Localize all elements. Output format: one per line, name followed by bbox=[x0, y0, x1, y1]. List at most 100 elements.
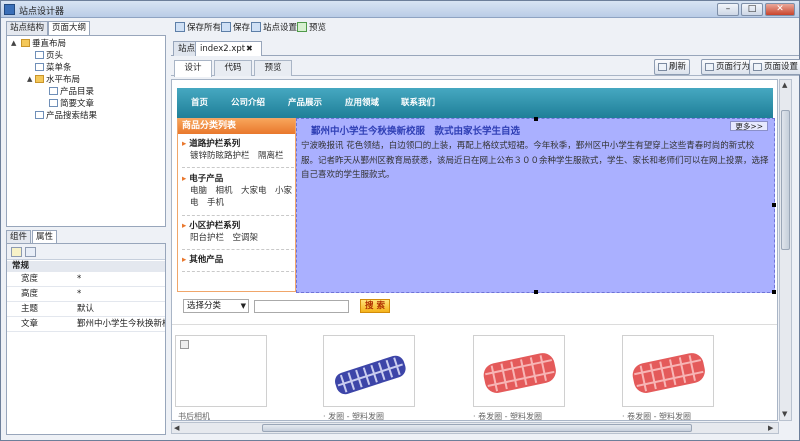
tab-components[interactable]: 组件 bbox=[6, 230, 32, 243]
category-group[interactable]: 小区护栏系列 阳台护栏 空调架 bbox=[182, 220, 294, 250]
scroll-down-icon[interactable]: ▼ bbox=[782, 410, 787, 418]
property-grid: 常规 宽度* 高度* 主题默认 文章鄞州中小学生今秋换新校服 bbox=[6, 243, 166, 435]
folder-icon bbox=[21, 39, 30, 47]
search-button[interactable]: 搜 索 bbox=[360, 299, 390, 313]
tab-code[interactable]: 代码 bbox=[214, 60, 252, 76]
designer-window: 站点设计器 – □ ✕ 站点结构 页面大纲 ▲ 垂直布局 页头 菜单条 ▲ 水平… bbox=[0, 0, 800, 441]
category-select[interactable]: 选择分类 ▼ bbox=[183, 299, 249, 313]
scroll-up-icon[interactable]: ▲ bbox=[782, 81, 787, 89]
property-row[interactable]: 文章鄞州中小学生今秋换新校服 bbox=[7, 317, 165, 332]
nav-item-home[interactable]: 首页 bbox=[191, 88, 208, 118]
maximize-button[interactable]: □ bbox=[741, 3, 763, 16]
nav-item-applications[interactable]: 应用领域 bbox=[345, 88, 379, 118]
scroll-right-icon[interactable]: ▶ bbox=[768, 424, 773, 432]
category-group[interactable]: 其他产品 bbox=[182, 254, 294, 272]
category-list-box[interactable]: 商品分类列表 道路护栏系列 镀锌防眩路护栏 隔离栏 电子产品 电脑 相机 大家电… bbox=[177, 118, 296, 292]
main-toolbar: 保存所有 保存 站点设置 预览 bbox=[171, 20, 799, 37]
horizontal-scrollbar[interactable]: ◀ ▶ bbox=[171, 422, 779, 434]
selected-article-block[interactable]: 鄞州中小学生今秋换新校服 款式由家长学生自选 更多>> 宁波晚报讯 花色领结，白… bbox=[296, 117, 776, 294]
product-card[interactable] bbox=[175, 335, 267, 407]
window-title: 站点设计器 bbox=[19, 7, 65, 17]
collapse-icon[interactable]: ▲ bbox=[11, 39, 16, 47]
category-list-title: 商品分类列表 bbox=[178, 119, 295, 134]
article-title[interactable]: 鄞州中小学生今秋换新校服 款式由家长学生自选 bbox=[311, 123, 520, 137]
document-tabs: 站点 index2.xpt ✖ bbox=[171, 39, 799, 56]
more-link[interactable]: 更多>> bbox=[730, 121, 768, 131]
product-search-bar: 选择分类 ▼ 搜 索 bbox=[177, 298, 773, 318]
search-input[interactable] bbox=[254, 300, 349, 313]
product-results: 书后相机 · 发圈 - 塑料发圈 · 卷发圈 - 塑料发圈 · 卷发圈 - 塑料… bbox=[172, 324, 777, 420]
design-canvas[interactable]: 首页 公司介绍 产品展示 应用领域 联系我们 商品分类列表 道路护栏系列 镀锌防… bbox=[171, 79, 778, 421]
left-panel-tabs: 站点结构 页面大纲 bbox=[6, 21, 166, 35]
horizontal-scroll-thumb[interactable] bbox=[262, 424, 692, 432]
resize-handle[interactable] bbox=[772, 290, 776, 294]
sort-icon[interactable] bbox=[25, 247, 36, 257]
page-behavior-button[interactable]: 页面行为 bbox=[701, 59, 755, 75]
close-button[interactable]: ✕ bbox=[765, 3, 795, 16]
product-label[interactable]: · 卷发圈 - 塑料发圈 bbox=[473, 411, 542, 420]
article-body: 宁波晚报讯 花色领结，白边领口的上装，再配上格纹式短裙。今年秋季，鄞州区中小学生… bbox=[301, 141, 769, 180]
property-row[interactable]: 高度 * bbox=[7, 287, 165, 302]
nav-item-about[interactable]: 公司介绍 bbox=[231, 88, 265, 118]
save-button[interactable]: 保存 bbox=[221, 21, 250, 36]
tab-properties[interactable]: 属性 bbox=[32, 230, 58, 243]
view-tabs: 设计 代码 预览 刷新 页面行为 页面设置 bbox=[171, 59, 800, 77]
resize-handle[interactable] bbox=[534, 290, 538, 294]
product-card[interactable] bbox=[473, 335, 565, 407]
product-label[interactable]: 书后相机 bbox=[178, 411, 210, 420]
document-icon bbox=[49, 87, 58, 95]
chevron-down-icon: ▼ bbox=[240, 302, 246, 310]
page-settings-button[interactable]: 页面设置 bbox=[749, 59, 800, 75]
resize-handle[interactable] bbox=[534, 117, 538, 121]
category-group[interactable]: 电子产品 电脑 相机 大家电 小家电 手机 bbox=[182, 173, 294, 216]
property-row[interactable]: 宽度 * bbox=[7, 272, 165, 287]
property-row[interactable]: 主题 默认 bbox=[7, 302, 165, 317]
minimize-button[interactable]: – bbox=[717, 3, 739, 16]
blue-curler-image bbox=[335, 355, 406, 395]
preview-button[interactable]: 预览 bbox=[297, 21, 326, 36]
tab-page-outline[interactable]: 页面大纲 bbox=[48, 21, 91, 35]
categorized-icon[interactable] bbox=[11, 247, 22, 257]
collapse-icon[interactable]: ▲ bbox=[27, 75, 32, 83]
save-all-button[interactable]: 保存所有 bbox=[175, 21, 221, 36]
document-icon bbox=[35, 51, 44, 59]
folder-icon bbox=[35, 75, 44, 83]
document-icon bbox=[35, 63, 44, 71]
document-icon bbox=[49, 99, 58, 107]
pink-curler-image bbox=[632, 353, 705, 393]
tree-node[interactable]: 页头 bbox=[35, 51, 63, 62]
nav-item-contact[interactable]: 联系我们 bbox=[401, 88, 435, 118]
product-label[interactable]: · 发圈 - 塑料发圈 bbox=[323, 411, 384, 420]
resize-handle[interactable] bbox=[772, 203, 776, 207]
vertical-scrollbar[interactable]: ▲ ▼ bbox=[779, 79, 792, 421]
nav-item-products[interactable]: 产品展示 bbox=[288, 88, 322, 118]
broken-image-icon bbox=[180, 340, 189, 349]
site-settings-button[interactable]: 站点设置 bbox=[251, 21, 297, 36]
product-card[interactable] bbox=[323, 335, 415, 407]
tree-node[interactable]: 水平布局 bbox=[35, 75, 80, 86]
product-label[interactable]: · 卷发圈 - 塑料发圈 bbox=[622, 411, 691, 420]
scroll-left-icon[interactable]: ◀ bbox=[174, 424, 179, 432]
tab-site-structure[interactable]: 站点结构 bbox=[6, 21, 49, 35]
tree-node[interactable]: 产品目录 bbox=[49, 87, 94, 98]
property-category[interactable]: 常规 bbox=[7, 261, 165, 272]
preview-icon bbox=[297, 22, 307, 32]
document-icon bbox=[35, 111, 44, 119]
tab-preview[interactable]: 预览 bbox=[254, 60, 292, 76]
tab-design[interactable]: 设计 bbox=[174, 60, 212, 77]
product-card[interactable] bbox=[622, 335, 714, 407]
tree-node[interactable]: 简要文章 bbox=[49, 99, 94, 110]
save-icon bbox=[221, 22, 231, 32]
title-bar: 站点设计器 – □ ✕ bbox=[1, 1, 799, 18]
refresh-button[interactable]: 刷新 bbox=[654, 59, 691, 75]
save-all-icon bbox=[175, 22, 185, 32]
vertical-scroll-thumb[interactable] bbox=[781, 110, 790, 250]
category-group[interactable]: 道路护栏系列 镀锌防眩路护栏 隔离栏 bbox=[182, 138, 294, 168]
tree-node[interactable]: 菜单条 bbox=[35, 63, 72, 74]
close-tab-icon[interactable]: ✖ bbox=[246, 44, 253, 53]
outline-tree: ▲ 垂直布局 页头 菜单条 ▲ 水平布局 产品目录 简要文章 产品搜索结果 bbox=[6, 35, 166, 227]
tree-node-root[interactable]: 垂直布局 bbox=[21, 39, 66, 50]
tree-node[interactable]: 产品搜索结果 bbox=[35, 111, 97, 122]
site-nav-bar: 首页 公司介绍 产品展示 应用领域 联系我们 bbox=[177, 88, 773, 118]
app-icon bbox=[4, 4, 15, 15]
